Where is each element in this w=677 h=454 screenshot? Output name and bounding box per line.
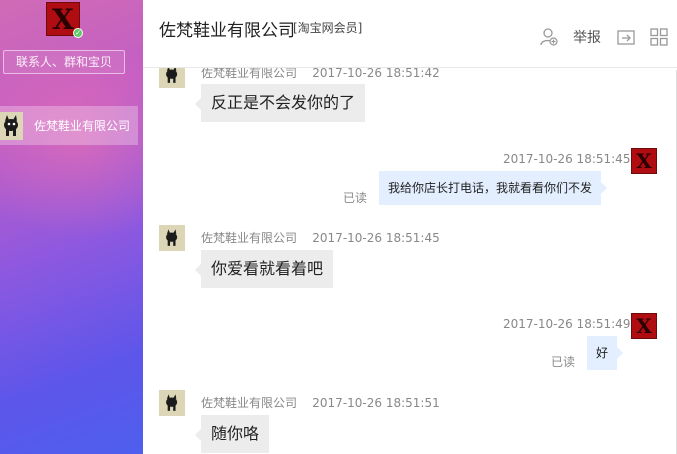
message-time: 2017-10-26 18:51:45 xyxy=(312,231,440,245)
message-time: 2017-10-26 18:51:51 xyxy=(312,396,440,410)
sender-avatar xyxy=(159,390,185,416)
message-bubble-outgoing[interactable]: 我给你店长打电话，我就看看你们不发 xyxy=(379,171,608,205)
share-icon[interactable] xyxy=(616,27,636,47)
cat-logo-icon xyxy=(166,394,178,411)
message-time: 2017-10-26 18:51:42 xyxy=(312,68,440,80)
sender-avatar xyxy=(159,225,185,251)
cat-logo-icon xyxy=(166,229,178,246)
read-status: 已读 xyxy=(343,191,368,205)
sender-name: 佐梵鞋业有限公司 xyxy=(201,396,298,410)
message-list[interactable]: 佐梵鞋业有限公司 2017-10-26 18:51:42 反正是不会发你的了 2… xyxy=(143,68,677,454)
sender-name: 佐梵鞋业有限公司 xyxy=(201,68,298,80)
my-avatar: X xyxy=(631,313,657,339)
contact-search-input[interactable]: 联系人、群和宝贝 xyxy=(3,50,125,74)
report-button[interactable]: 举报 xyxy=(573,27,601,47)
chat-header: 佐梵鞋业有限公司 [淘宝网会员] 举报 xyxy=(143,0,677,68)
sender-avatar xyxy=(159,68,185,88)
grid-icon[interactable] xyxy=(649,27,669,47)
conversation-name: 佐梵鞋业有限公司 xyxy=(34,119,131,133)
chat-title: 佐梵鞋业有限公司 xyxy=(159,21,295,41)
contact-avatar xyxy=(0,111,23,140)
cat-logo-icon xyxy=(166,68,178,83)
avatar-letter: X xyxy=(636,314,652,338)
conversation-item[interactable]: 佐梵鞋业有限公司 xyxy=(0,106,138,145)
member-badge: [淘宝网会员] xyxy=(293,21,363,35)
message-time: 2017-10-26 18:51:49 xyxy=(503,317,631,331)
add-contact-icon[interactable] xyxy=(539,27,559,47)
sender-name: 佐梵鞋业有限公司 xyxy=(201,231,298,245)
message-bubble-incoming[interactable]: 你爱看就看着吧 xyxy=(194,250,334,288)
message-bubble-outgoing[interactable]: 好 xyxy=(587,336,624,370)
read-status: 已读 xyxy=(551,355,576,369)
cat-logo-icon xyxy=(4,114,18,136)
message-bubble-incoming[interactable]: 反正是不会发你的了 xyxy=(194,84,366,122)
my-avatar: X xyxy=(631,148,657,174)
sidebar: X ✓ 联系人、群和宝贝 佐梵鞋业有限公司 xyxy=(0,0,143,454)
message-bubble-incoming[interactable]: 随你咯 xyxy=(194,415,270,453)
avatar-letter: X xyxy=(636,149,652,173)
online-status-icon: ✓ xyxy=(73,28,83,38)
message-meta: 佐梵鞋业有限公司 2017-10-26 18:51:45 xyxy=(201,229,440,246)
message-meta: 佐梵鞋业有限公司 2017-10-26 18:51:42 xyxy=(201,68,440,81)
message-meta: 佐梵鞋业有限公司 2017-10-26 18:51:51 xyxy=(201,394,440,411)
message-time: 2017-10-26 18:51:45 xyxy=(503,152,631,166)
